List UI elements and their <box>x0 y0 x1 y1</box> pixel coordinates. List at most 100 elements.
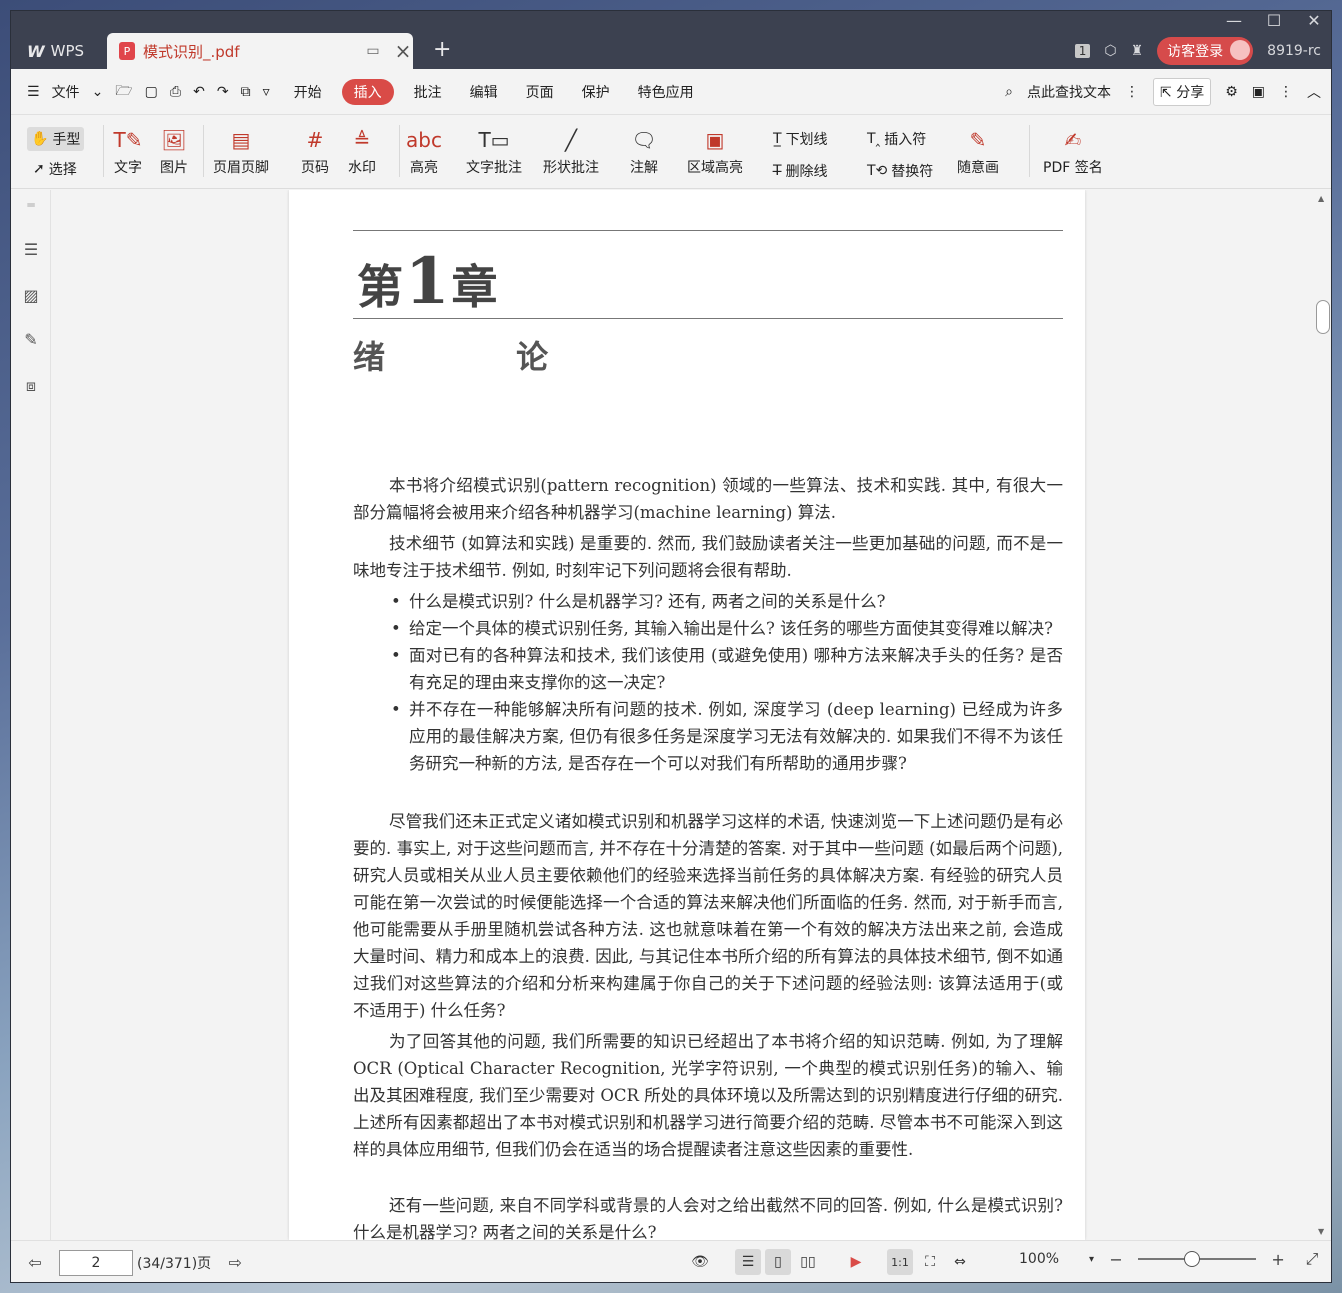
file-menu[interactable]: 文件 <box>52 82 80 102</box>
note-button[interactable]: 🗨 注解 <box>629 125 659 177</box>
scroll-up-icon[interactable]: ▲ <box>1318 194 1324 203</box>
shape-comment-button[interactable]: ╱ 形状批注 <box>543 125 599 177</box>
page-number-icon: # <box>306 128 324 152</box>
chevron-down-icon[interactable]: ⌄ <box>92 84 104 100</box>
header-footer-button[interactable]: ▤ 页眉页脚 <box>213 125 269 177</box>
redo-icon[interactable]: ↷ <box>217 84 229 100</box>
menu-page[interactable]: 页面 <box>512 82 568 102</box>
more-options-icon[interactable]: ⋮ <box>1279 84 1293 100</box>
menu-edit[interactable]: 编辑 <box>456 82 512 102</box>
chapter-heading: 第1章 <box>357 244 500 319</box>
select-tool-button[interactable]: ➚ 选择 <box>33 159 77 179</box>
close-tab-icon[interactable]: × <box>393 39 413 63</box>
replace-mark-button[interactable]: T⟲ 替换符 <box>867 161 933 181</box>
document-viewer[interactable]: 第1章 绪 论 本书将介绍模式识别(pattern recognition) 领… <box>52 190 1315 1240</box>
play-icon[interactable]: ▶ <box>843 1249 869 1275</box>
prev-page-icon[interactable]: ⇦ <box>23 1253 47 1272</box>
outline-icon[interactable]: ☰ <box>21 240 41 260</box>
document-tab[interactable]: P 模式识别_.pdf ▭ × <box>107 33 413 69</box>
note-label: 注解 <box>630 160 658 176</box>
monitor-icon[interactable]: ▭ <box>363 43 383 59</box>
eye-protection-icon[interactable]: 👁 <box>687 1249 713 1275</box>
search-text-button[interactable]: 点此查找文本 <box>1027 82 1111 102</box>
highlight-abc-icon: abc <box>406 128 442 152</box>
signature-panel-icon[interactable]: ⧈ <box>21 376 41 396</box>
hand-tool-button[interactable]: ✋ 手型 <box>27 127 85 151</box>
freehand-draw-button[interactable]: ✎ 随意画 <box>957 125 999 177</box>
annotation-pen-icon[interactable]: ✎ <box>21 330 41 350</box>
zoom-slider-knob[interactable] <box>1184 1251 1201 1267</box>
menu-special[interactable]: 特色应用 <box>624 82 708 102</box>
close-window-icon[interactable]: ✕ <box>1303 11 1325 30</box>
replace-mark-label: 替换符 <box>891 164 934 180</box>
open-folder-icon[interactable]: 🗁 <box>115 80 132 104</box>
skin-icon[interactable]: ⬡ <box>1104 43 1116 59</box>
maximize-icon[interactable]: ☐ <box>1263 11 1285 30</box>
menu-start[interactable]: 开始 <box>280 82 336 102</box>
vertical-scrollbar[interactable]: ▲ ▼ <box>1313 190 1331 1240</box>
insert-image-button[interactable]: 🖼 图片 <box>159 125 189 177</box>
strikethrough-button[interactable]: T̶ 删除线 <box>773 161 828 181</box>
search-icon[interactable]: ⌕ <box>1005 84 1013 100</box>
zoom-value[interactable]: 100% <box>1019 1251 1059 1267</box>
add-tab-button[interactable]: + <box>433 37 451 62</box>
select-tool-label: 选择 <box>48 162 77 178</box>
underline-button[interactable]: T̲ 下划线 <box>773 129 828 149</box>
save-icon[interactable]: ▢ <box>145 84 158 100</box>
status-bar: ⇦ 2 (34/371)页 ⇨ 👁 ☰ ▯ ▯▯ ▶ 1:1 ⛶ ⇔ 100% … <box>11 1240 1331 1282</box>
menu-comment[interactable]: 批注 <box>400 82 456 102</box>
actual-size-icon[interactable]: 1:1 <box>887 1249 913 1275</box>
text-comment-button[interactable]: T▭ 文字批注 <box>466 125 522 177</box>
minimize-icon[interactable]: — <box>1223 11 1245 30</box>
fit-page-icon[interactable]: ⛶ <box>917 1249 943 1275</box>
text-comment-icon: T▭ <box>478 128 510 152</box>
paragraph-1: 本书将介绍模式识别(pattern recognition) 领域的一些算法、技… <box>353 476 1063 522</box>
scroll-down-icon[interactable]: ▼ <box>1318 1227 1324 1236</box>
highlight-button[interactable]: abc 高亮 <box>406 125 442 177</box>
page-number-button[interactable]: # 页码 <box>300 125 330 177</box>
watermark-label: 水印 <box>348 160 376 176</box>
line-icon: ╱ <box>564 128 578 152</box>
zoom-slider[interactable] <box>1138 1251 1257 1267</box>
page-number-input[interactable]: 2 <box>59 1249 133 1276</box>
more-vertical-icon[interactable]: ⋮ <box>1125 84 1139 100</box>
share-icon: ⇱ <box>1160 85 1172 101</box>
wps-home-tab[interactable]: W WPS <box>15 33 103 69</box>
menu-insert[interactable]: 插入 <box>341 78 394 105</box>
print-icon[interactable]: ⎙ <box>170 84 181 100</box>
pdf-sign-button[interactable]: ✍ PDF 签名 <box>1043 125 1103 177</box>
watermark-button[interactable]: ≜ 水印 <box>347 125 377 177</box>
zoom-out-icon[interactable]: − <box>1104 1250 1128 1269</box>
insert-image-label: 图片 <box>160 160 188 176</box>
fit-width-icon[interactable]: ⇔ <box>947 1249 973 1275</box>
collapse-ribbon-icon[interactable]: ︿ <box>1307 82 1321 102</box>
insert-text-button[interactable]: T✎ 文字 <box>113 125 143 177</box>
more-dropdown-icon[interactable]: ▿ <box>263 84 270 100</box>
insert-mark-button[interactable]: T‸ 插入符 <box>867 129 926 149</box>
guest-login-button[interactable]: 访客登录 <box>1157 37 1254 65</box>
export-icon[interactable]: ⧉ <box>241 84 251 100</box>
drag-handle-icon[interactable]: ═ <box>21 198 41 218</box>
two-page-icon[interactable]: ▯▯ <box>795 1249 821 1275</box>
hamburger-icon[interactable]: ☰ <box>27 84 40 100</box>
undo-icon[interactable]: ↶ <box>193 84 205 100</box>
thumbnail-image-icon[interactable]: ▨ <box>21 286 41 306</box>
chat-icon[interactable]: ▣ <box>1252 84 1265 100</box>
continuous-page-icon[interactable]: ☰ <box>735 1249 761 1275</box>
user-id: 8919-rc <box>1267 43 1321 59</box>
window-count-badge[interactable]: 1 <box>1074 44 1091 58</box>
zoom-dropdown-icon[interactable]: ▾ <box>1089 1254 1094 1265</box>
next-page-icon[interactable]: ⇨ <box>223 1253 247 1272</box>
single-page-icon[interactable]: ▯ <box>765 1249 791 1275</box>
share-button[interactable]: ⇱ 分享 <box>1153 78 1212 106</box>
area-highlight-button[interactable]: ▣ 区域高亮 <box>687 125 743 177</box>
shirt-icon[interactable]: ♜ <box>1131 43 1144 59</box>
scrollbar-thumb[interactable] <box>1316 300 1330 334</box>
paragraph-3: 尽管我们还未正式定义诸如模式识别和机器学习这样的术语, 快速浏览一下上述问题仍是… <box>353 812 1063 1020</box>
menu-protect[interactable]: 保护 <box>568 82 624 102</box>
zoom-in-icon[interactable]: + <box>1266 1250 1290 1269</box>
fullscreen-icon[interactable]: ⤢ <box>1300 1249 1324 1269</box>
freehand-draw-label: 随意画 <box>957 160 999 176</box>
settings-gear-icon[interactable]: ⚙ <box>1225 84 1238 100</box>
ribbon-divider <box>203 125 204 177</box>
